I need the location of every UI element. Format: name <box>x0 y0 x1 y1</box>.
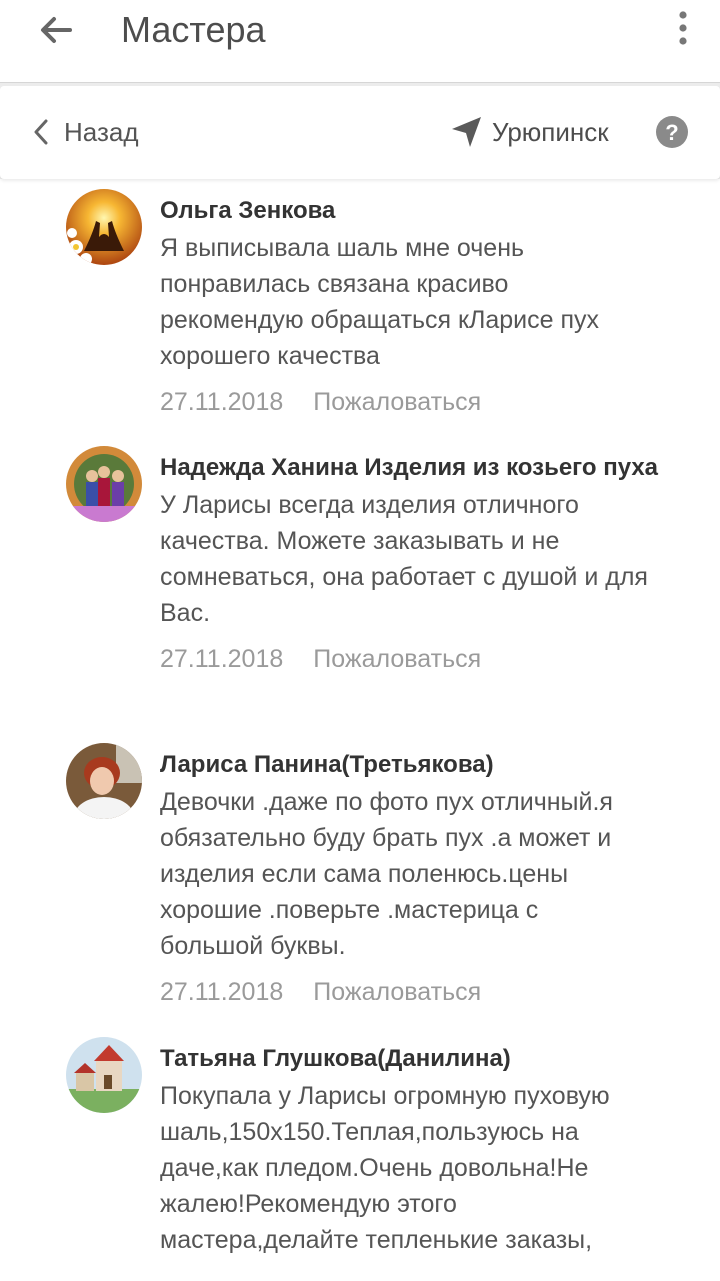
more-options-icon[interactable] <box>676 10 690 46</box>
comment-text: Девочки .даже по фото пух отличный.я обя… <box>160 788 613 960</box>
back-arrow-icon[interactable] <box>34 8 78 52</box>
location-selector[interactable]: Урюпинск <box>450 112 609 152</box>
comment-author[interactable]: Ольга Зенкова <box>160 191 680 230</box>
report-link[interactable]: Пожаловаться <box>313 645 481 673</box>
report-link[interactable]: Пожаловаться <box>313 388 481 416</box>
comments-list: Ольга Зенкова Я выписывала шаль мне очен… <box>0 179 720 1281</box>
avatar[interactable] <box>66 743 142 819</box>
svg-text:?: ? <box>665 120 678 145</box>
comment-date: 27.11.2018 <box>160 645 284 673</box>
navigation-bar: Назад Урюпинск ? <box>0 86 720 179</box>
comment-text: Я выписывала шаль мне очень понравилась … <box>160 234 600 370</box>
app-bar: Мастера <box>0 0 720 83</box>
comment-author[interactable]: Надежда Ханина Изделия из козьего пуха <box>160 448 680 487</box>
comment-body: Ольга Зенкова Я выписывала шаль мне очен… <box>160 191 680 420</box>
comment-text: Покупала у Ларисы огромную пуховую шаль,… <box>160 1082 610 1254</box>
location-label: Урюпинск <box>492 116 609 147</box>
help-icon[interactable]: ? <box>655 115 689 149</box>
report-link[interactable]: Пожаловаться <box>313 978 481 1006</box>
comment-body: Татьяна Глушкова(Данилина) Покупала у Ла… <box>160 1039 680 1258</box>
comment-author[interactable]: Лариса Панина(Третьякова) <box>160 745 680 784</box>
comment-meta: 27.11.2018 Пожаловаться <box>160 641 680 677</box>
comment-text: У Ларисы всегда изделия отличного качест… <box>160 491 648 627</box>
navigation-arrow-icon <box>452 117 481 147</box>
avatar[interactable] <box>66 189 142 265</box>
page-title: Мастера <box>121 9 266 50</box>
back-label: Назад <box>64 116 139 147</box>
comment-date: 27.11.2018 <box>160 978 284 1006</box>
comment-body: Надежда Ханина Изделия из козьего пуха У… <box>160 448 680 677</box>
chevron-left-icon <box>34 119 48 145</box>
avatar[interactable] <box>66 446 142 522</box>
comment-date: 27.11.2018 <box>160 388 284 416</box>
avatar[interactable] <box>66 1037 142 1113</box>
comment-meta: 27.11.2018 Пожаловаться <box>160 384 680 420</box>
comment-meta: 27.11.2018 Пожаловаться <box>160 974 680 1010</box>
comment-author[interactable]: Татьяна Глушкова(Данилина) <box>160 1039 680 1078</box>
back-link[interactable]: Назад <box>34 112 139 152</box>
comment-body: Лариса Панина(Третьякова) Девочки .даже … <box>160 745 680 1010</box>
